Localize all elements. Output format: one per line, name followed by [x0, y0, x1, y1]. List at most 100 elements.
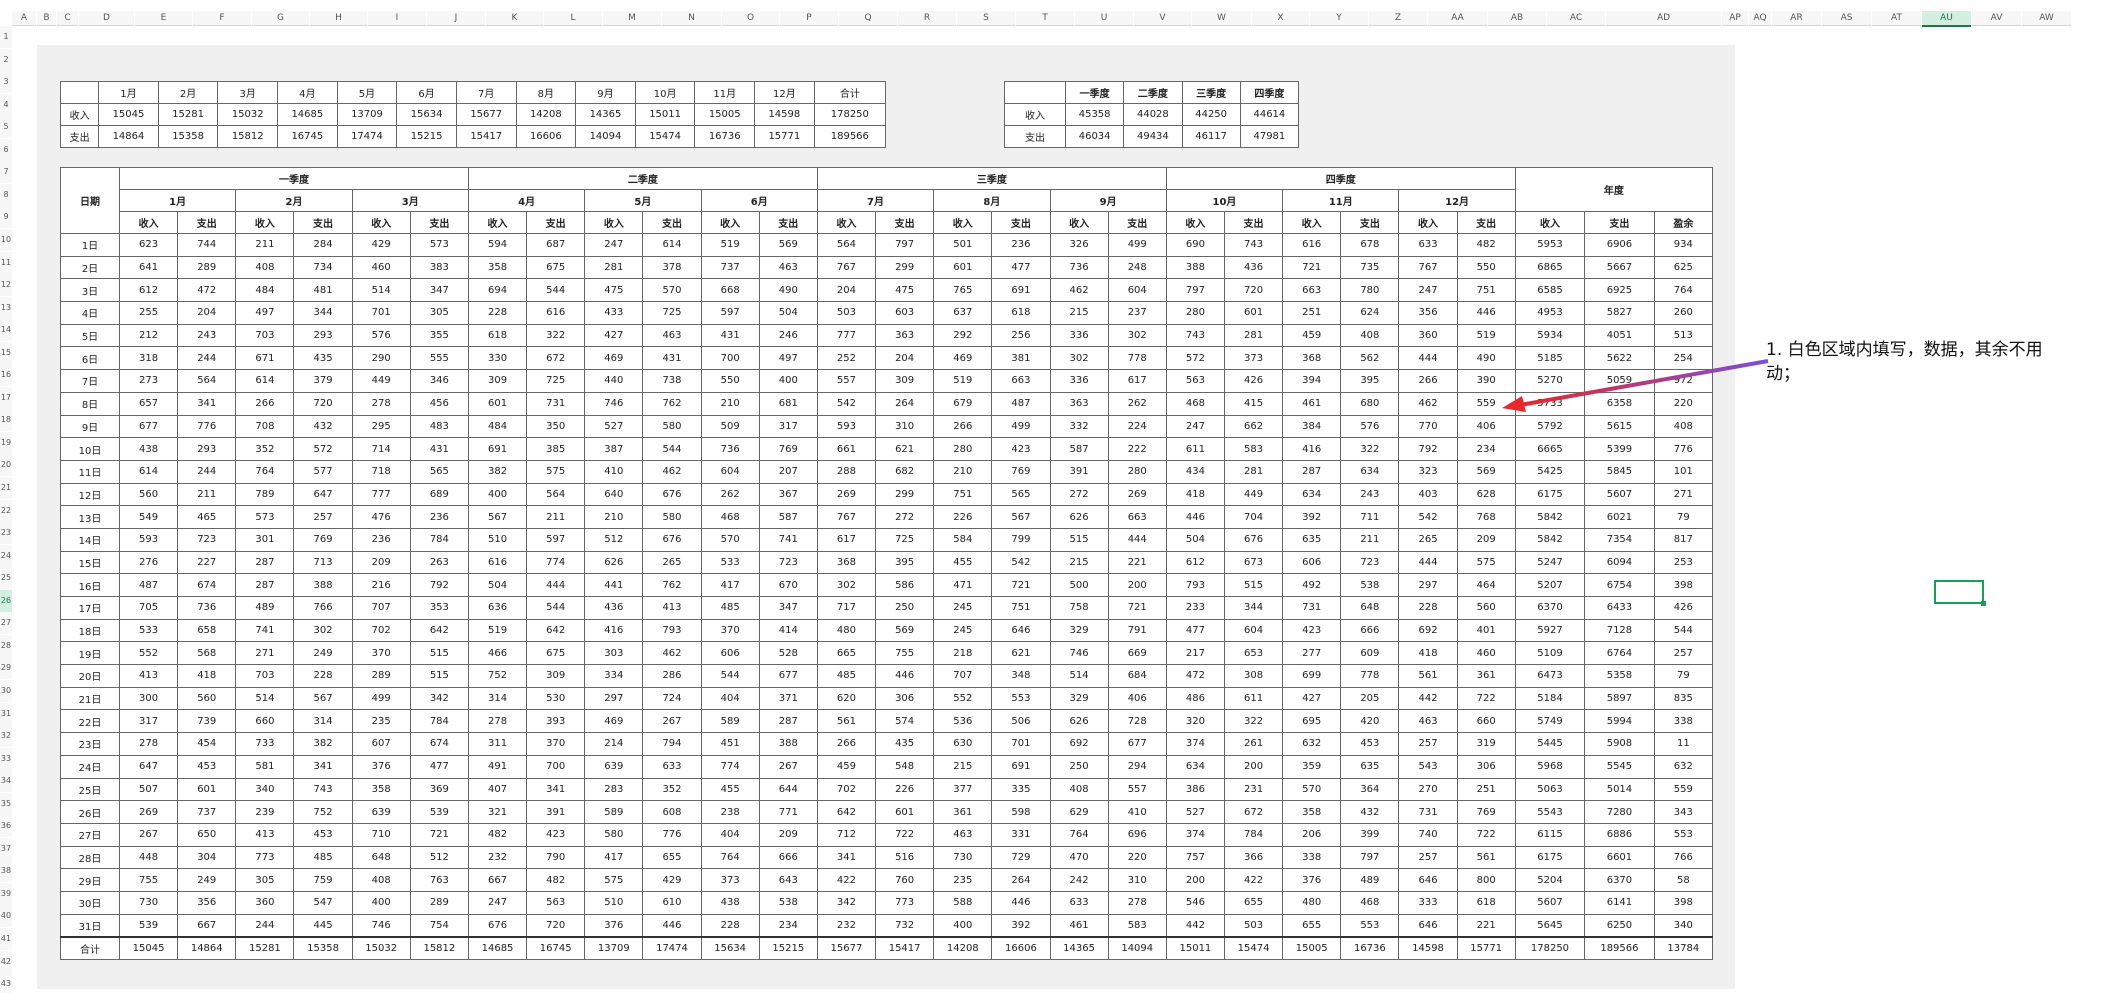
entry-cell[interactable]: 754 [409, 913, 469, 938]
year-total-cell[interactable]: 6094 [1584, 550, 1655, 575]
entry-cell[interactable]: 791 [1107, 618, 1167, 643]
entry-cell[interactable]: 648 [1340, 596, 1400, 620]
entry-cell[interactable]: 560 [118, 482, 179, 507]
year-total-cell[interactable]: 6021 [1584, 505, 1655, 529]
entry-cell[interactable]: 459 [1282, 323, 1342, 348]
entry-cell[interactable]: 632 [1282, 732, 1342, 756]
entry-cell[interactable]: 463 [758, 255, 818, 280]
row-header[interactable]: 6 [0, 138, 12, 161]
entry-cell[interactable]: 330 [467, 346, 528, 371]
entry-cell[interactable]: 482 [467, 822, 528, 847]
entry-cell[interactable]: 669 [1107, 641, 1167, 666]
year-total-cell[interactable]: 764 [1653, 278, 1714, 303]
column-header[interactable]: N [662, 11, 721, 26]
entry-cell[interactable]: 379 [293, 369, 353, 393]
entry-cell[interactable]: 301 [235, 527, 295, 552]
entry-cell[interactable]: 557 [1107, 777, 1167, 802]
entry-cell[interactable]: 423 [991, 437, 1051, 461]
quarter-value-cell[interactable]: 49434 [1123, 125, 1183, 148]
entry-cell[interactable]: 360 [235, 890, 295, 915]
entry-cell[interactable]: 363 [1049, 391, 1109, 416]
entry-cell[interactable]: 514 [351, 278, 411, 303]
column-header[interactable]: AD [1606, 11, 1721, 26]
entry-cell[interactable]: 292 [933, 323, 993, 348]
entry-cell[interactable]: 472 [177, 278, 237, 303]
row-header[interactable]: 8 [0, 183, 12, 206]
row-header[interactable]: 43 [0, 973, 12, 993]
quarter-value-cell[interactable]: 46034 [1064, 125, 1125, 148]
entry-cell[interactable]: 500 [1049, 573, 1109, 597]
entry-cell[interactable]: 247 [584, 233, 644, 257]
year-total-cell[interactable]: 5897 [1584, 686, 1655, 711]
entry-cell[interactable]: 778 [1107, 346, 1167, 371]
entry-cell[interactable]: 418 [1165, 482, 1225, 507]
entry-cell[interactable]: 489 [235, 596, 295, 620]
entry-cell[interactable]: 646 [991, 618, 1051, 643]
entry-cell[interactable]: 463 [933, 822, 993, 847]
entry-cell[interactable]: 265 [1398, 527, 1458, 552]
entry-cell[interactable]: 767 [816, 505, 877, 529]
entry-cell[interactable]: 757 [1165, 845, 1225, 870]
entry-cell[interactable]: 251 [1456, 777, 1516, 802]
summary-value-cell[interactable]: 15474 [634, 125, 696, 148]
entry-cell[interactable]: 321 [467, 800, 528, 824]
entry-cell[interactable]: 676 [642, 527, 702, 552]
year-total-cell[interactable]: 6585 [1514, 278, 1586, 303]
year-total-cell[interactable]: 6370 [1514, 596, 1586, 620]
year-total-cell[interactable]: 338 [1653, 709, 1714, 734]
entry-cell[interactable]: 527 [584, 414, 644, 439]
entry-cell[interactable]: 403 [1398, 482, 1458, 507]
entry-cell[interactable]: 413 [118, 664, 179, 688]
entry-cell[interactable]: 746 [584, 391, 644, 416]
entry-cell[interactable]: 236 [409, 505, 469, 529]
entry-cell[interactable]: 220 [1107, 845, 1167, 870]
entry-cell[interactable]: 250 [1049, 754, 1109, 779]
entry-cell[interactable]: 462 [1049, 278, 1109, 303]
year-total-cell[interactable]: 766 [1653, 845, 1714, 870]
entry-cell[interactable]: 675 [526, 641, 586, 666]
year-total-cell[interactable]: 5358 [1584, 664, 1655, 688]
column-header[interactable]: H [310, 11, 367, 26]
entry-cell[interactable]: 438 [700, 890, 760, 915]
entry-cell[interactable]: 667 [177, 913, 237, 938]
entry-cell[interactable]: 741 [235, 618, 295, 643]
entry-cell[interactable]: 601 [1223, 301, 1284, 325]
year-total-cell[interactable]: 5543 [1514, 800, 1586, 824]
entry-cell[interactable]: 215 [1049, 550, 1109, 575]
entry-cell[interactable]: 388 [758, 732, 818, 756]
entry-cell[interactable]: 440 [584, 369, 644, 393]
entry-cell[interactable]: 533 [118, 618, 179, 643]
year-total-cell[interactable]: 5207 [1514, 573, 1586, 597]
entry-cell[interactable]: 367 [758, 482, 818, 507]
entry-cell[interactable]: 771 [758, 800, 818, 824]
entry-cell[interactable]: 737 [700, 255, 760, 280]
entry-cell[interactable]: 722 [875, 822, 935, 847]
entry-cell[interactable]: 731 [1398, 800, 1458, 824]
entry-cell[interactable]: 204 [875, 346, 935, 371]
entry-cell[interactable]: 475 [875, 278, 935, 303]
entry-cell[interactable]: 449 [351, 369, 411, 393]
entry-cell[interactable]: 244 [235, 913, 295, 938]
entry-cell[interactable]: 432 [1340, 800, 1400, 824]
row-header[interactable]: 16 [0, 364, 12, 387]
entry-cell[interactable]: 302 [1107, 323, 1167, 348]
year-total-cell[interactable]: 6764 [1584, 641, 1655, 666]
entry-cell[interactable]: 387 [584, 437, 644, 461]
year-total-cell[interactable]: 6115 [1514, 822, 1586, 847]
entry-cell[interactable]: 308 [1223, 664, 1284, 688]
year-total-cell[interactable]: 7128 [1584, 618, 1655, 643]
row-header[interactable]: 3 [0, 71, 12, 94]
entry-cell[interactable]: 278 [351, 391, 411, 416]
year-total-cell[interactable]: 260 [1653, 301, 1714, 325]
entry-cell[interactable]: 550 [1456, 255, 1516, 280]
entry-cell[interactable]: 516 [875, 845, 935, 870]
entry-cell[interactable]: 552 [118, 641, 179, 666]
entry-cell[interactable]: 281 [1223, 459, 1284, 484]
entry-cell[interactable]: 248 [1107, 255, 1167, 280]
summary-value-cell[interactable]: 189566 [813, 125, 887, 148]
year-total-cell[interactable]: 6906 [1584, 233, 1655, 257]
entry-cell[interactable]: 702 [351, 618, 411, 643]
entry-cell[interactable]: 675 [526, 255, 586, 280]
column-header[interactable]: W [1192, 11, 1251, 26]
column-header[interactable]: AR [1772, 11, 1821, 26]
